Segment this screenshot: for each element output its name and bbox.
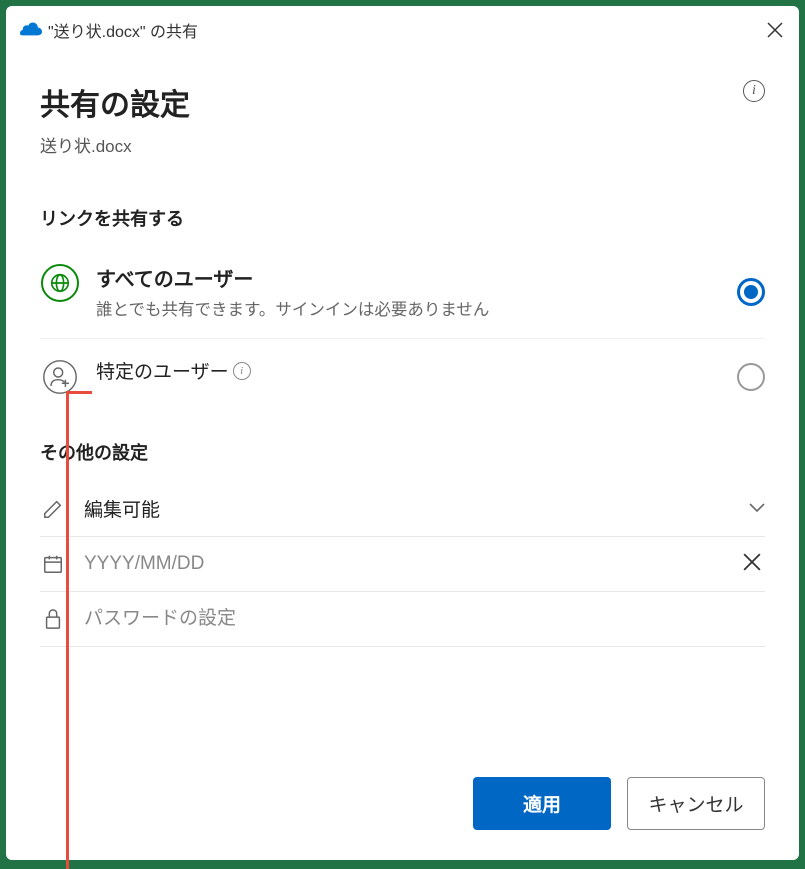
- share-link-section-title: リンクを共有する: [40, 205, 765, 231]
- page-title: 共有の設定: [40, 80, 190, 124]
- cancel-button[interactable]: キャンセル: [627, 777, 765, 830]
- option-specific-title: 特定のユーザー: [96, 357, 229, 384]
- other-settings-title: その他の設定: [40, 439, 765, 465]
- expiry-date-input[interactable]: [84, 553, 721, 575]
- apply-button[interactable]: 適用: [473, 777, 611, 830]
- share-option-specific[interactable]: 特定のユーザー i: [40, 339, 765, 415]
- option-everyone-desc: 誰とでも共有できます。サインインは必要ありません: [96, 296, 721, 320]
- expiry-date-row: [40, 537, 765, 592]
- dialog-content: 共有の設定 i 送り状.docx リンクを共有する すべてのユーザー 誰とでも共…: [6, 50, 799, 860]
- filename-label: 送り状.docx: [40, 132, 765, 157]
- permission-label: 編集可能: [84, 495, 731, 522]
- radio-specific[interactable]: [737, 363, 765, 391]
- titlebar-text: "送り状.docx" の共有: [48, 18, 198, 42]
- clear-date-button[interactable]: [739, 551, 765, 577]
- close-button[interactable]: [765, 20, 785, 40]
- password-row: [40, 592, 765, 647]
- pencil-icon: [40, 496, 66, 522]
- share-option-everyone[interactable]: すべてのユーザー 誰とでも共有できます。サインインは必要ありません: [40, 245, 765, 339]
- radio-everyone[interactable]: [737, 278, 765, 306]
- password-input[interactable]: [84, 608, 765, 630]
- annotation-arrow: [66, 391, 69, 869]
- lock-icon: [40, 606, 66, 632]
- option-everyone-title: すべてのユーザー: [96, 263, 721, 292]
- globe-icon: [40, 263, 80, 303]
- calendar-icon: [40, 551, 66, 577]
- share-settings-dialog: "送り状.docx" の共有 共有の設定 i 送り状.docx リンクを共有する: [6, 6, 799, 860]
- info-icon[interactable]: i: [743, 80, 765, 102]
- titlebar: "送り状.docx" の共有: [6, 6, 799, 50]
- chevron-down-icon: [749, 500, 765, 518]
- specific-info-icon[interactable]: i: [233, 362, 251, 380]
- onedrive-icon: [20, 20, 42, 41]
- button-row: 適用 キャンセル: [40, 737, 765, 840]
- permission-dropdown[interactable]: 編集可能: [40, 481, 765, 537]
